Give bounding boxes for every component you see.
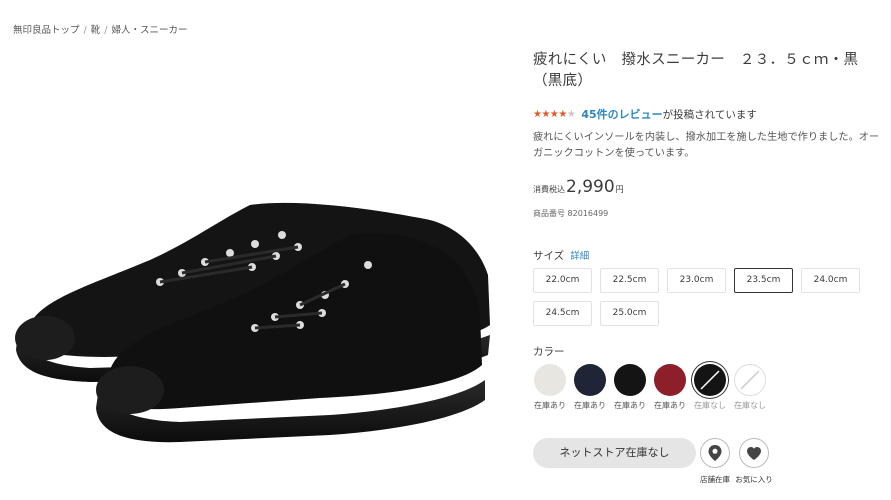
product-title: 疲れにくい 撥水スニーカー ２３．５ｃｍ・黒（黒底） — [533, 52, 859, 89]
breadcrumb-separator: / — [104, 25, 108, 36]
size-detail-link[interactable]: 詳細 — [570, 251, 589, 262]
color-stock-label: 在庫なし — [734, 401, 766, 410]
product-image — [0, 150, 510, 450]
product-code-value: 82016499 — [567, 209, 609, 218]
color-label: カラー — [533, 346, 565, 358]
heart-icon — [747, 446, 761, 460]
size-option-22-0[interactable]: 22.0cm — [533, 268, 592, 293]
size-option-23-5[interactable]: 23.5cm — [734, 268, 793, 293]
breadcrumb-separator: / — [83, 25, 87, 36]
sneaker-image — [15, 202, 490, 443]
currency: 円 — [615, 185, 624, 194]
favorite-button[interactable] — [739, 438, 769, 468]
size-option-22-5[interactable]: 22.5cm — [600, 268, 659, 293]
review-summary: ★★★★★ 45件のレビュー が投稿されています — [533, 106, 757, 122]
sold-out-slash-icon — [740, 370, 760, 390]
breadcrumb-item-sneakers[interactable]: 婦人・スニーカー — [111, 25, 187, 36]
size-heading: サイズ 詳細 — [533, 248, 589, 263]
product-code: 商品番号 82016499 — [533, 208, 608, 219]
favorite-label: お気に入り — [735, 475, 773, 484]
color-swatch-burgundy[interactable] — [654, 364, 686, 396]
cart-button[interactable]: ネットストア在庫なし — [533, 438, 696, 468]
sold-out-slash-icon — [700, 370, 720, 390]
size-option-23-0[interactable]: 23.0cm — [667, 268, 726, 293]
color-swatch-black[interactable] — [614, 364, 646, 396]
location-pin-icon — [708, 445, 722, 461]
tax-label: 消費税込 — [533, 185, 565, 194]
color-swatch-white-sold-out[interactable] — [734, 364, 766, 396]
breadcrumb-item-top[interactable]: 無印良品トップ — [13, 25, 80, 36]
size-option-24-0[interactable]: 24.0cm — [801, 268, 860, 293]
color-swatch-navy[interactable] — [574, 364, 606, 396]
review-link[interactable]: 45件のレビュー — [581, 106, 662, 122]
store-stock-button[interactable] — [700, 438, 730, 468]
size-option-25-0[interactable]: 25.0cm — [600, 301, 659, 326]
review-suffix: が投稿されています — [662, 108, 757, 121]
product-code-label: 商品番号 — [533, 209, 565, 218]
price: 2,990 — [566, 177, 615, 197]
color-swatch-natural[interactable] — [534, 364, 566, 396]
price-row: 消費税込 2,990 円 — [533, 177, 624, 197]
breadcrumb-item-shoes[interactable]: 靴 — [91, 25, 101, 36]
product-description: 疲れにくいインソールを内装し、撥水加工を施した生地で作りました。オーガニックコッ… — [533, 132, 880, 159]
color-swatch-black-sold-out[interactable] — [694, 364, 726, 396]
rating-stars: ★★★★★ — [533, 108, 576, 120]
size-label: サイズ — [533, 250, 565, 262]
breadcrumb: 無印良品トップ / 靴 / 婦人・スニーカー — [13, 22, 187, 36]
size-option-24-5[interactable]: 24.5cm — [533, 301, 592, 326]
